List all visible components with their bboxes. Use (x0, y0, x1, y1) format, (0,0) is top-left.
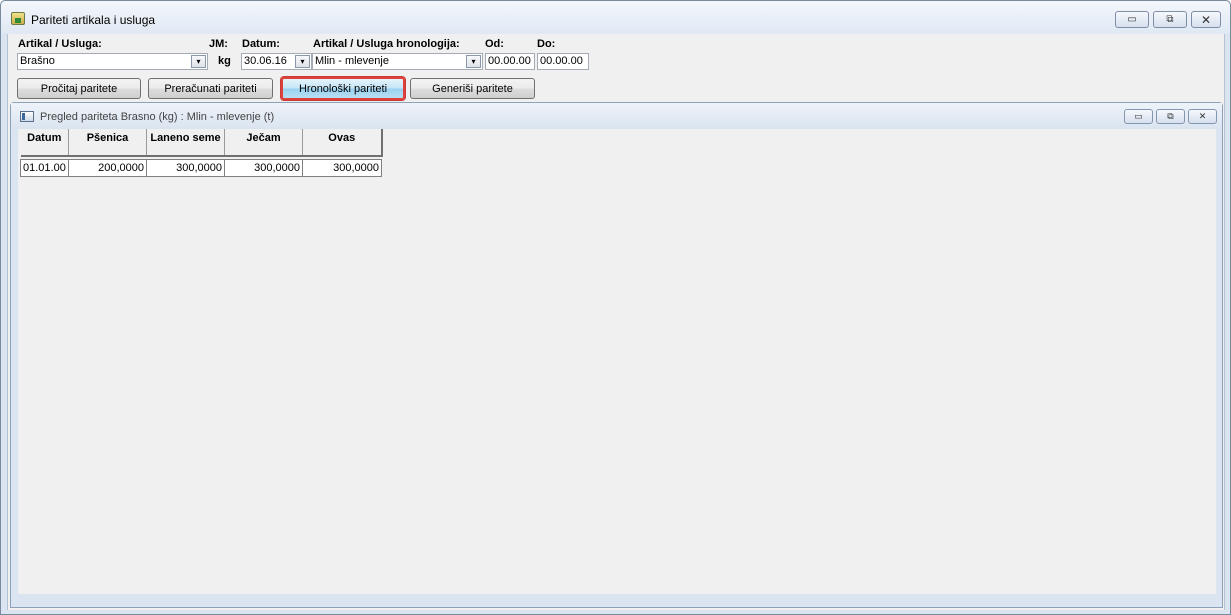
generisi-paritete-button[interactable]: Generiši paritete (410, 78, 535, 99)
datum-value: 30.06.16 (244, 55, 287, 67)
artikal-label: Artikal / Usluga: (18, 38, 102, 50)
child-title-bar[interactable]: Pregled pariteta Brasno (kg) : Mlin - ml… (11, 103, 1222, 129)
artikal-combo[interactable]: Brašno ▾ (17, 53, 208, 70)
column-header-laneno-seme[interactable]: Laneno seme (146, 129, 225, 157)
child-window-title: Pregled pariteta Brasno (kg) : Mlin - ml… (40, 111, 275, 123)
chevron-down-icon[interactable]: ▾ (466, 55, 481, 68)
column-header-ovas[interactable]: Ovas (302, 129, 383, 157)
datum-combo[interactable]: 30.06.16 ▾ (241, 53, 312, 70)
close-button[interactable]: ✕ (1191, 11, 1221, 28)
pregled-pariteta-window: Pregled pariteta Brasno (kg) : Mlin - ml… (10, 102, 1223, 608)
do-label: Do: (537, 38, 556, 50)
app-icon (11, 12, 25, 25)
cell-ovas[interactable]: 300,0000 (302, 158, 382, 177)
child-restore-button[interactable]: ⧉ (1156, 109, 1185, 124)
jm-value: kg (218, 55, 231, 67)
jm-label: JM: (209, 38, 228, 50)
cell-datum[interactable]: 01.01.00 (20, 158, 69, 177)
client-area: Artikal / Usluga: JM: Datum: Artikal / U… (7, 34, 1225, 610)
od-field[interactable]: 00.00.00 (485, 53, 535, 70)
restore-icon: ⧉ (1166, 13, 1174, 25)
minimize-button[interactable]: ▭ (1115, 11, 1149, 28)
restore-icon: ⧉ (1167, 111, 1174, 121)
hronologija-label: Artikal / Usluga hronologija: (313, 38, 460, 50)
hronologija-combo[interactable]: Mlin - mlevenje ▾ (312, 53, 483, 70)
column-header-psenica[interactable]: Pšenica (68, 129, 147, 157)
child-body: Datum Pšenica Laneno seme Ječam Ovas 01.… (18, 129, 1216, 594)
hronologija-value: Mlin - mlevenje (315, 55, 389, 67)
table-row[interactable]: 01.01.00 200,0000 300,0000 300,0000 300,… (20, 158, 382, 177)
minimize-icon: ▭ (1127, 13, 1137, 25)
do-field[interactable]: 00.00.00 (537, 53, 589, 70)
column-header-datum[interactable]: Datum (20, 129, 69, 157)
artikal-value: Brašno (20, 55, 55, 67)
preracunati-pariteti-button[interactable]: Preračunati pariteti (148, 78, 273, 99)
column-header-jecam[interactable]: Ječam (224, 129, 303, 157)
cell-laneno-seme[interactable]: 300,0000 (146, 158, 225, 177)
pariteti-table: Datum Pšenica Laneno seme Ječam Ovas 01.… (20, 129, 383, 177)
od-value: 00.00.00 (488, 55, 531, 67)
window-title: Pariteti artikala i usluga (31, 13, 156, 27)
hronoloski-pariteti-button[interactable]: Hronološki pariteti (281, 77, 405, 100)
procitaj-paritete-button[interactable]: Pročitaj paritete (17, 78, 141, 99)
cell-psenica[interactable]: 200,0000 (68, 158, 147, 177)
child-minimize-button[interactable]: ▭ (1124, 109, 1153, 124)
chevron-down-icon[interactable]: ▾ (295, 55, 310, 68)
document-icon (20, 111, 34, 122)
close-icon: ✕ (1200, 12, 1212, 27)
close-icon: ✕ (1198, 111, 1207, 121)
datum-label: Datum: (242, 38, 280, 50)
cell-jecam[interactable]: 300,0000 (224, 158, 303, 177)
minimize-icon: ▭ (1134, 111, 1143, 121)
title-bar[interactable]: Pariteti artikala i usluga ▭ ⧉ ✕ (1, 1, 1230, 34)
od-label: Od: (485, 38, 504, 50)
do-value: 00.00.00 (540, 55, 583, 67)
main-window: Pariteti artikala i usluga ▭ ⧉ ✕ Artikal… (0, 0, 1231, 615)
child-close-button[interactable]: ✕ (1188, 109, 1217, 124)
restore-button[interactable]: ⧉ (1153, 11, 1187, 28)
chevron-down-icon[interactable]: ▾ (191, 55, 206, 68)
